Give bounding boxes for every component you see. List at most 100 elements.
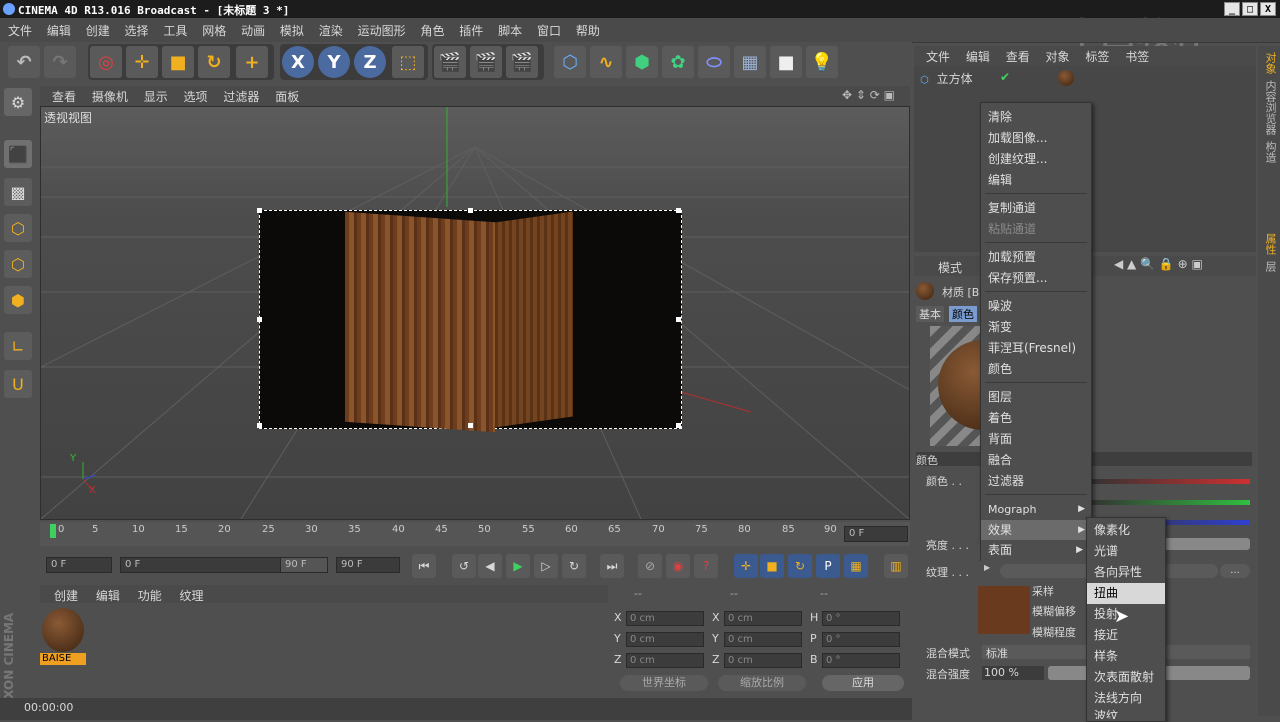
ctx-copy-channel[interactable]: 复制通道 — [981, 198, 1091, 219]
ctx-surfaces[interactable]: 表面 ▶ — [980, 540, 1090, 561]
range-slider-end[interactable]: 90 F — [280, 557, 328, 573]
polygons-mode-icon[interactable]: ⬢ — [4, 286, 32, 314]
scale-dropdown[interactable]: 缩放比例 — [718, 675, 806, 691]
menu-script[interactable]: 脚本 — [498, 18, 522, 39]
menu-mesh[interactable]: 网格 — [202, 18, 226, 39]
ctx-edit[interactable]: 编辑 — [981, 170, 1091, 191]
size-z-field[interactable]: 0 cm — [724, 653, 802, 668]
ctx-layer[interactable]: 图层 — [981, 387, 1091, 408]
undo-icon[interactable]: ↶ — [8, 46, 40, 78]
mode-icon[interactable]: ⚙ — [4, 88, 32, 116]
timeline-ruler[interactable]: 0 5 10 15 20 25 30 35 40 45 50 55 60 65 … — [40, 522, 910, 546]
render-handle[interactable] — [676, 423, 681, 428]
redo-icon[interactable]: ↷ — [44, 46, 76, 78]
blend-strength-field[interactable]: 100 % — [982, 666, 1044, 680]
render-handle[interactable] — [468, 208, 473, 213]
sub-anisotropy[interactable]: 各向异性 — [1087, 562, 1165, 583]
perspective-viewport[interactable]: 透视视图 Y X — [40, 106, 910, 520]
scale-icon[interactable]: ■ — [162, 46, 194, 78]
record-icon[interactable]: ⊘ — [638, 554, 662, 578]
sub-subsurface-scattering[interactable]: 次表面散射 — [1087, 667, 1165, 688]
menu-window[interactable]: 窗口 — [537, 18, 561, 39]
tab-basic[interactable]: 基本 — [916, 306, 944, 322]
render-handle[interactable] — [257, 208, 262, 213]
render-handle[interactable] — [676, 317, 681, 322]
size-x-field[interactable]: 0 cm — [724, 611, 802, 626]
visibility-check-icon[interactable]: ✔ — [1000, 70, 1010, 84]
red-slider[interactable] — [1090, 479, 1250, 484]
tab-objects[interactable]: 对象 — [1262, 52, 1278, 74]
ctx-mograph[interactable]: Mograph ▶ — [981, 499, 1091, 520]
texture-more-button[interactable]: ... — [1220, 564, 1250, 578]
viewport-nav-icons[interactable]: ✥ ⇕ ⟳ ▣ — [842, 88, 895, 102]
sub-proximal[interactable]: 接近 — [1087, 625, 1165, 646]
model-mode-icon[interactable]: ⬛ — [4, 140, 32, 168]
material-tag-icon[interactable] — [1058, 70, 1074, 86]
obj-menu-edit[interactable]: 编辑 — [966, 48, 990, 65]
play-icon[interactable]: ▶ — [506, 554, 530, 578]
ctx-color[interactable]: 颜色 — [981, 359, 1091, 380]
size-y-field[interactable]: 0 cm — [724, 632, 802, 647]
key-help-icon[interactable]: ? — [694, 554, 718, 578]
previous-key-icon[interactable]: ↺ — [452, 554, 476, 578]
menu-mograph[interactable]: 运动图形 — [358, 18, 406, 39]
sub-ripple[interactable]: 波纹 — [1087, 709, 1165, 719]
camera-icon[interactable]: ■ — [770, 46, 802, 78]
cube-primitive-icon[interactable]: ⬡ — [554, 46, 586, 78]
z-axis-lock-button[interactable]: Z — [354, 46, 386, 78]
auto-key-icon[interactable]: ◉ — [666, 554, 690, 578]
close-button[interactable]: X — [1260, 2, 1276, 16]
vp-menu-panel[interactable]: 面板 — [275, 88, 299, 105]
sub-pixelation[interactable]: 像素化 — [1087, 520, 1165, 541]
ctx-effects[interactable]: 效果 ▶ — [981, 520, 1091, 541]
floor-icon[interactable]: ▦ — [734, 46, 766, 78]
position-x-field[interactable]: 0 cm — [626, 611, 704, 626]
position-y-field[interactable]: 0 cm — [626, 632, 704, 647]
edges-mode-icon[interactable]: ⬡ — [4, 250, 32, 278]
tab-attributes[interactable]: 属性 — [1262, 233, 1278, 255]
ctx-colorizer[interactable]: 着色 — [981, 408, 1091, 429]
x-axis-lock-button[interactable]: X — [282, 46, 314, 78]
sub-normal-direction[interactable]: 法线方向 — [1087, 688, 1165, 709]
end-frame-field[interactable]: 90 F — [336, 557, 400, 573]
timeline-playhead[interactable] — [50, 524, 56, 538]
render-view-icon[interactable]: 🎬 — [434, 46, 466, 78]
rotation-p-field[interactable]: 0 ° — [822, 632, 900, 647]
menu-edit[interactable]: 编辑 — [47, 18, 71, 39]
key-rotation-icon[interactable]: ↻ — [788, 554, 812, 578]
render-region[interactable] — [257, 208, 682, 433]
key-position-icon[interactable]: ✛ — [734, 554, 758, 578]
obj-menu-objects[interactable]: 对象 — [1046, 48, 1070, 65]
spline-icon[interactable]: ∿ — [590, 46, 622, 78]
render-handle[interactable] — [257, 317, 262, 322]
ctx-fresnel[interactable]: 菲涅耳(Fresnel) — [981, 338, 1091, 359]
render-picture-viewer-icon[interactable]: 🎬 — [470, 46, 502, 78]
go-to-end-icon[interactable]: ⏭ — [600, 554, 624, 578]
tab-content-browser[interactable]: 内容浏览器 — [1262, 80, 1278, 135]
attr-mode-menu[interactable]: 模式 — [938, 259, 962, 276]
menu-character[interactable]: 角色 — [420, 18, 444, 39]
rotation-b-field[interactable]: 0 ° — [822, 653, 900, 668]
obj-menu-tags[interactable]: 标签 — [1085, 48, 1109, 65]
object-name[interactable]: 立方体 — [937, 72, 973, 86]
menu-tools[interactable]: 工具 — [163, 18, 187, 39]
menu-plugins[interactable]: 插件 — [459, 18, 483, 39]
position-z-field[interactable]: 0 cm — [626, 653, 704, 668]
menu-select[interactable]: 选择 — [125, 18, 149, 39]
render-handle[interactable] — [468, 423, 473, 428]
sub-spline[interactable]: 样条 — [1087, 646, 1165, 667]
axis-mode-icon[interactable]: ∟ — [4, 332, 32, 360]
menu-help[interactable]: 帮助 — [576, 18, 600, 39]
key-pla-icon[interactable]: ▦ — [844, 554, 868, 578]
menu-create[interactable]: 创建 — [86, 18, 110, 39]
add-icon[interactable]: + — [236, 46, 268, 78]
attr-nav-icons[interactable]: ◀ ▲ 🔍 🔒 ⊕ ▣ — [1114, 257, 1203, 271]
y-axis-lock-button[interactable]: Y — [318, 46, 350, 78]
render-handle[interactable] — [257, 423, 262, 428]
vp-menu-filter[interactable]: 过滤器 — [223, 88, 259, 105]
mat-menu-edit[interactable]: 编辑 — [96, 587, 120, 604]
minimize-button[interactable]: _ — [1224, 2, 1240, 16]
ctx-create-texture[interactable]: 创建纹理... — [981, 149, 1091, 170]
ctx-fusion[interactable]: 融合 — [981, 450, 1091, 471]
ctx-save-preset[interactable]: 保存预置... — [981, 268, 1091, 289]
